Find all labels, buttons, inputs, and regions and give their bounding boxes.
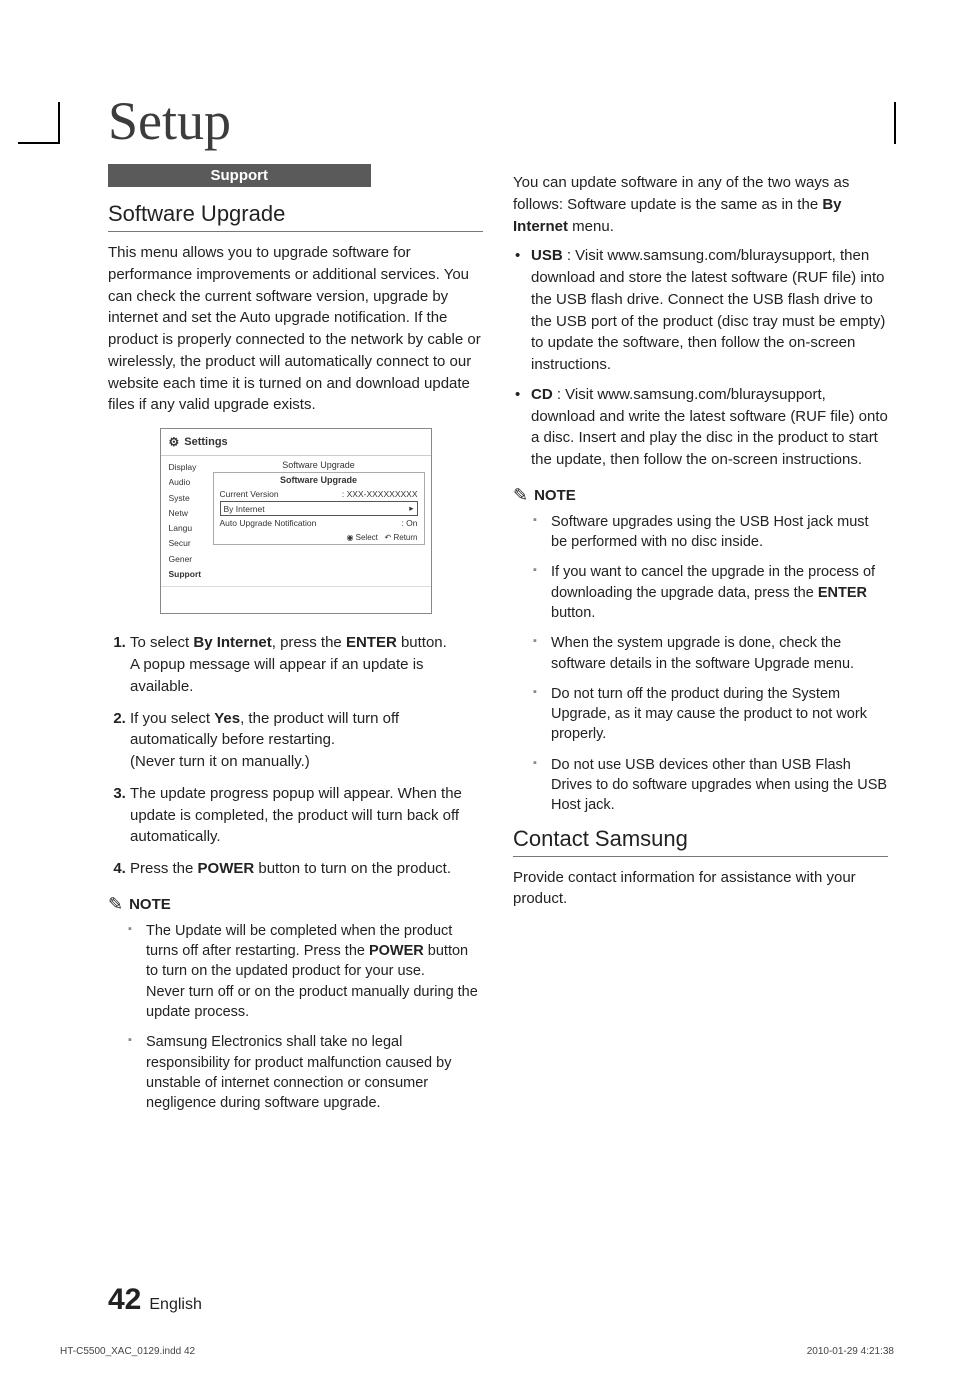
gear-icon: ⚙ — [169, 435, 180, 449]
support-heading: Support — [108, 164, 371, 187]
note-item: If you want to cancel the upgrade in the… — [533, 562, 888, 623]
settings-screenshot: ⚙ Settings Display Audio Syste Netw Lang… — [160, 428, 432, 614]
sidebar-item: Audio — [169, 475, 213, 490]
update-methods: USB : Visit www.samsung.com/bluraysuppor… — [513, 245, 888, 471]
main-heading: Software Upgrade — [213, 460, 425, 470]
auto-upgrade-label: Auto Upgrade Notification — [220, 518, 317, 528]
step-3: The update progress popup will appear. W… — [130, 783, 483, 848]
sidebar-item: Display — [169, 460, 213, 475]
indd-filename: HT-C5500_XAC_0129.indd 42 — [60, 1346, 195, 1357]
note-icon: ✎ — [513, 485, 528, 506]
note-item: When the system upgrade is done, check t… — [533, 633, 888, 674]
sidebar-item: Syste — [169, 491, 213, 506]
indd-timestamp: 2010-01-29 4:21:38 — [807, 1346, 894, 1357]
step-4: Press the POWER button to turn on the pr… — [130, 858, 483, 880]
sub-heading: Software Upgrade — [220, 475, 418, 485]
note-item: The Update will be completed when the pr… — [128, 921, 483, 1022]
software-upgrade-heading: Software Upgrade — [108, 201, 483, 232]
usb-method: USB : Visit www.samsung.com/bluraysuppor… — [513, 245, 888, 376]
note-heading: ✎ NOTE — [513, 485, 888, 506]
chevron-right-icon: ▸ — [409, 503, 413, 514]
crop-mark — [894, 102, 896, 144]
left-column: Support Software Upgrade This menu allow… — [108, 164, 483, 1124]
note-list: The Update will be completed when the pr… — [108, 921, 483, 1114]
software-upgrade-intro: This menu allows you to upgrade software… — [108, 242, 483, 416]
current-version-label: Current Version — [220, 489, 279, 499]
note-heading: ✎ NOTE — [108, 894, 483, 915]
right-column: You can update software in any of the tw… — [513, 164, 888, 1124]
current-version-value: : XXX-XXXXXXXXX — [342, 489, 418, 499]
sidebar-item: Netw — [169, 506, 213, 521]
by-internet-row: By Internet ▸ — [220, 501, 418, 516]
note-list: Software upgrades using the USB Host jac… — [513, 512, 888, 816]
note-icon: ✎ — [108, 894, 123, 915]
sidebar-item: Gener — [169, 552, 213, 567]
contact-samsung-text: Provide contact information for assistan… — [513, 867, 888, 911]
note-item: Do not turn off the product during the S… — [533, 684, 888, 745]
step-2: If you select Yes, the product will turn… — [130, 708, 483, 773]
update-ways-intro: You can update software in any of the tw… — [513, 172, 888, 237]
note-item: Do not use USB devices other than USB Fl… — [533, 755, 888, 816]
shot-footer: ◉ Select ↶ Return — [220, 529, 418, 542]
contact-samsung-heading: Contact Samsung — [513, 826, 888, 857]
page-number: 42 — [108, 1283, 141, 1317]
sidebar-item: Langu — [169, 521, 213, 536]
note-item: Software upgrades using the USB Host jac… — [533, 512, 888, 553]
cd-method: CD : Visit www.samsung.com/bluraysupport… — [513, 384, 888, 471]
page-language: English — [149, 1296, 201, 1314]
note-item: Samsung Electronics shall take no legal … — [128, 1032, 483, 1113]
step-1: To select By Internet, press the ENTER b… — [130, 632, 483, 697]
auto-upgrade-value: : On — [401, 518, 417, 528]
crop-mark — [18, 142, 60, 144]
settings-title: ⚙ Settings — [161, 429, 431, 456]
sidebar-item-active: Support — [169, 567, 213, 582]
page-title: Setup — [108, 90, 898, 152]
crop-mark — [58, 102, 60, 144]
page-footer: 42 English — [108, 1283, 202, 1317]
sidebar-item: Secur — [169, 536, 213, 551]
steps-list: To select By Internet, press the ENTER b… — [108, 632, 483, 880]
settings-sidebar: Display Audio Syste Netw Langu Secur Gen… — [161, 456, 213, 586]
